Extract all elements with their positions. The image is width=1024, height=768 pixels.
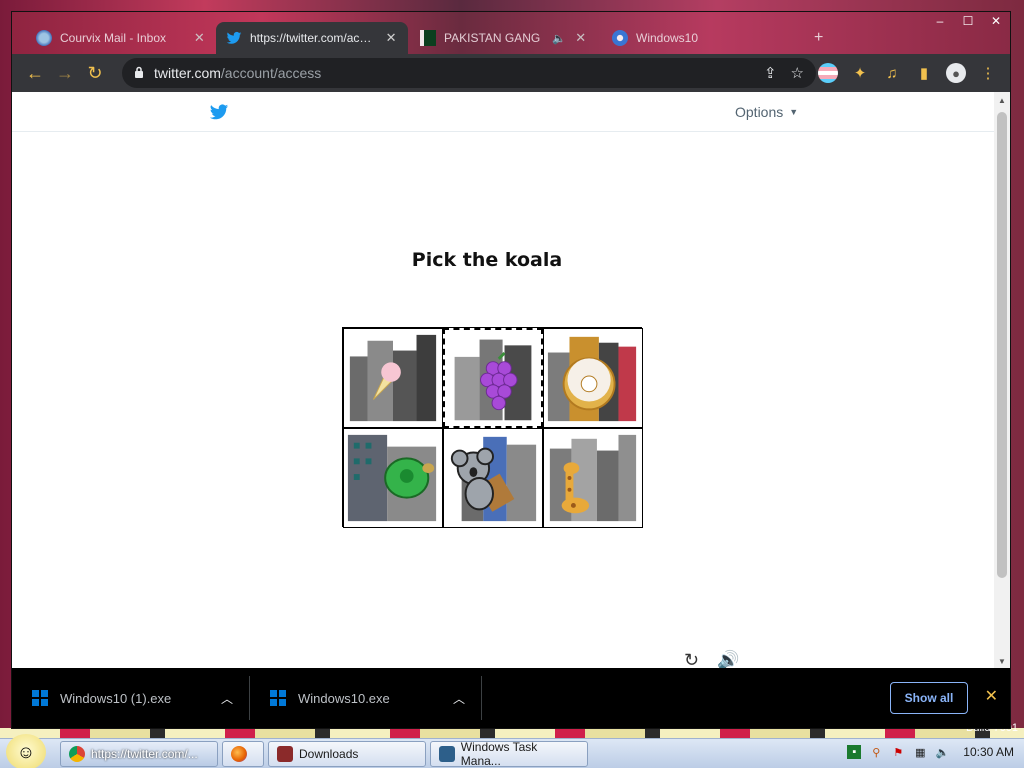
vertical-scrollbar[interactable]: ▲ ▼ <box>994 92 1010 668</box>
tray-search-icon[interactable]: ⚲ <box>869 745 883 759</box>
close-icon[interactable]: ✕ <box>384 30 398 46</box>
close-icon[interactable]: ✕ <box>193 30 206 46</box>
captcha-tile-koala[interactable] <box>443 428 543 528</box>
volume-icon[interactable]: 🔈 <box>935 745 949 759</box>
taskbar: ☺ https://twitter.com/... Downloads Wind… <box>0 734 1024 768</box>
tab-strip: Courvix Mail - Inbox ✕ https://twitter.c… <box>12 12 1010 54</box>
share-icon[interactable]: ⇪ <box>764 64 777 82</box>
taskbar-item-firefox[interactable] <box>222 741 264 767</box>
profile-flag-icon[interactable] <box>818 63 838 83</box>
download-filename: Windows10 (1).exe <box>60 690 172 706</box>
audio-playing-icon[interactable]: 🔈 <box>552 32 566 45</box>
tray-app-icon[interactable]: ▪ <box>847 745 862 759</box>
windows-logo-icon <box>32 690 48 706</box>
forward-button[interactable]: → <box>50 58 80 88</box>
close-window-button[interactable]: ✕ <box>982 12 1010 30</box>
download-item[interactable]: Windows10 (1).exe ︿ <box>12 676 250 720</box>
taskbar-item-label: Downloads <box>299 747 359 761</box>
back-button[interactable]: ← <box>20 58 50 88</box>
tab-pakistan-gang[interactable]: PAKISTAN GANG 🔈 ✕ <box>410 22 600 54</box>
tab-windows10[interactable]: Windows10 <box>602 22 802 54</box>
download-filename: Windows10.exe <box>298 690 390 706</box>
options-label: Options <box>735 104 784 120</box>
reload-button[interactable]: ↻ <box>80 58 110 88</box>
captcha-tile-ice-cream[interactable] <box>343 328 443 428</box>
tab-twitter[interactable]: https://twitter.com/account/access ✕ <box>216 22 408 54</box>
close-icon[interactable]: ✕ <box>574 30 588 46</box>
show-all-button[interactable]: Show all <box>890 682 968 714</box>
taskbar-item-task-manager[interactable]: Windows Task Mana... <box>430 740 588 768</box>
mail-favicon-icon <box>36 30 52 46</box>
start-button[interactable]: ☺ <box>6 734 46 768</box>
download-item[interactable]: Windows10.exe ︿ <box>250 676 482 720</box>
window-controls: – ☐ ✕ <box>926 12 1010 30</box>
maximize-button[interactable]: ☐ <box>954 12 982 30</box>
windows-logo-icon <box>270 690 286 706</box>
side-panel-icon[interactable]: ▮ <box>914 63 934 83</box>
chevron-up-icon[interactable]: ︿ <box>453 690 465 707</box>
arrow-left-icon: ← <box>26 62 44 83</box>
extensions-puzzle-icon[interactable]: ✦ <box>850 63 870 83</box>
system-tray: ▪ ⚲ ⚑ ▦ 🔈 10:30 AM <box>847 745 1014 759</box>
minimize-button[interactable]: – <box>926 12 954 30</box>
options-menu[interactable]: Options ▼ <box>735 104 798 120</box>
twitter-logo-icon[interactable] <box>208 102 230 122</box>
taskbar-item-label: Windows Task Mana... <box>460 740 538 768</box>
avatar[interactable]: ● <box>946 63 966 83</box>
browser-toolbar: ← → ↻ twitter.com/account/access ⇪ ☆ ✦ ♫… <box>12 54 1010 92</box>
folder-icon <box>277 746 293 762</box>
captcha-tile-turtle[interactable] <box>343 428 443 528</box>
tab-courvix-mail[interactable]: Courvix Mail - Inbox ✕ <box>26 22 216 54</box>
download-shelf: Windows10 (1).exe ︿ Windows10.exe ︿ Show… <box>12 668 1010 728</box>
tab-title: PAKISTAN GANG <box>444 31 541 45</box>
reload-icon: ↻ <box>87 62 103 83</box>
tab-title: Windows10 <box>636 31 699 45</box>
captcha-grid <box>342 327 643 528</box>
lock-icon <box>134 65 144 81</box>
new-tab-button[interactable]: + <box>804 22 834 54</box>
tray-flag-icon[interactable]: ⚑ <box>891 745 905 759</box>
refresh-icon[interactable]: ↻ <box>684 650 699 668</box>
url-host: twitter.com <box>154 65 221 81</box>
audio-speaker-icon[interactable]: 🔊 <box>717 650 739 668</box>
task-manager-icon <box>439 746 455 762</box>
twitter-favicon-icon <box>226 30 242 46</box>
taskbar-item-downloads[interactable]: Downloads <box>268 741 426 767</box>
taskbar-item-chrome[interactable]: https://twitter.com/... <box>60 741 218 767</box>
arrow-right-icon: → <box>56 62 74 83</box>
plus-icon: + <box>814 29 824 46</box>
captcha-prompt: Pick the koala <box>411 249 563 271</box>
captcha-controls: ↻ 🔊 <box>684 650 740 668</box>
tab-title: https://twitter.com/account/access <box>250 31 377 45</box>
menu-kebab-icon[interactable]: ⋮ <box>978 63 998 83</box>
bookmark-star-icon[interactable]: ☆ <box>791 64 804 82</box>
taskbar-item-label: https://twitter.com/... <box>91 747 198 761</box>
scrollbar-thumb[interactable] <box>997 112 1007 578</box>
browser-window: Courvix Mail - Inbox ✕ https://twitter.c… <box>12 12 1010 728</box>
windows10-favicon-icon <box>612 30 628 46</box>
clock[interactable]: 10:30 AM <box>963 745 1014 759</box>
page-viewport: Options ▼ Pick the koala ↻ 🔊 ▲ ▼ <box>12 92 1010 668</box>
captcha-tile-donut[interactable] <box>543 328 643 428</box>
scroll-down-icon[interactable]: ▼ <box>998 657 1006 666</box>
chrome-icon <box>69 746 85 762</box>
pakistan-flag-icon <box>420 30 436 46</box>
scroll-up-icon[interactable]: ▲ <box>998 96 1006 105</box>
firefox-icon <box>231 746 247 762</box>
tab-title: Courvix Mail - Inbox <box>60 31 167 45</box>
chevron-up-icon[interactable]: ︿ <box>221 690 233 707</box>
media-control-icon[interactable]: ♫ <box>882 63 902 83</box>
page-header: Options ▼ <box>12 92 994 132</box>
captcha-tile-giraffe[interactable] <box>543 428 643 528</box>
network-icon[interactable]: ▦ <box>913 745 927 759</box>
extensions-area: ✦ ♫ ▮ ● ⋮ <box>818 58 998 88</box>
close-icon[interactable]: ✕ <box>985 686 998 706</box>
caret-down-icon: ▼ <box>789 107 799 117</box>
smiley-icon: ☺ <box>16 741 36 762</box>
url-path: /account/access <box>220 65 322 81</box>
captcha-tile-grapes[interactable] <box>443 328 543 428</box>
address-bar[interactable]: twitter.com/account/access ⇪ ☆ <box>122 58 816 88</box>
